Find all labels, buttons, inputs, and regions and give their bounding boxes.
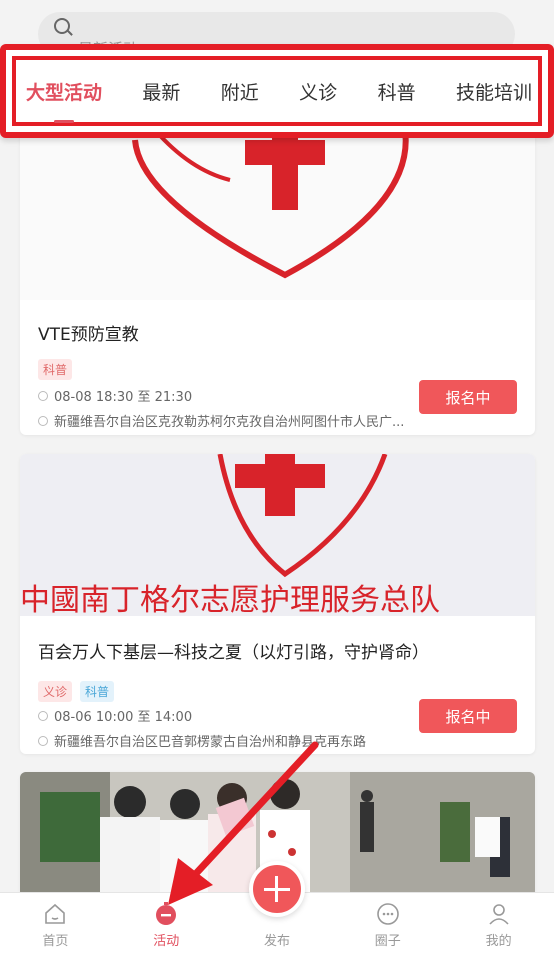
location-icon [38,735,48,746]
clock-icon [38,390,48,401]
activity-tag: 科普 [38,359,73,380]
nav-home[interactable]: 首页 [0,893,111,955]
nav-label: 圈子 [374,934,401,949]
signup-button[interactable]: 报名中 [419,380,517,414]
activity-time: 08-06 10:00 至 14:00 [54,710,193,725]
activity-location: 新疆维吾尔自治区克孜勒苏柯尔克孜自治州阿图什市人民广... [54,415,405,430]
activity-card[interactable]: VTE预防宣教 科普 08-08 18:30 至 21:30 新疆维吾尔自治区克… [20,110,535,435]
nav-mine[interactable]: 我的 [443,893,554,955]
nav-label: 活动 [153,934,180,949]
location-icon [38,415,48,426]
tab-science[interactable]: 科普 [378,78,416,105]
signup-button[interactable]: 报名中 [419,699,517,733]
nav-label: 发布 [263,934,290,949]
activity-image [20,110,535,300]
activity-title: 百会万人下基层—科技之夏（以灯引路，守护肾命） [38,643,429,663]
tab-skill-training[interactable]: 技能培训 [456,78,532,105]
activity-tag: 义诊 [38,681,73,702]
activity-card[interactable]: 中國南丁格尔志愿护理服务总队 百会万人下基层—科技之夏（以灯引路，守护肾命） 义… [20,454,535,754]
user-icon [488,904,509,925]
activity-title: VTE预防宣教 [38,325,139,345]
tab-bar-highlight: 大型活动 最新 附近 义诊 科普 技能培训 [0,44,554,138]
activity-location: 新疆维吾尔自治区巴音郭楞蒙古自治州和静县克再东路 [54,735,367,750]
chat-icon [376,903,399,925]
home-icon [45,903,66,924]
nav-circle[interactable]: 圈子 [332,893,443,955]
tab-latest[interactable]: 最新 [142,78,180,105]
tab-free-clinic[interactable]: 义诊 [299,78,337,105]
search-icon [54,18,70,34]
nav-publish[interactable]: 发布 [222,861,333,955]
nav-label: 首页 [42,934,69,949]
stopwatch-icon [156,902,177,925]
activity-tag: 科普 [80,681,115,702]
category-tabs: 大型活动 最新 附近 义诊 科普 技能培训 [12,56,542,126]
tab-nearby[interactable]: 附近 [221,78,259,105]
bottom-nav: 首页 活动 发布 圈子 我的 [0,861,554,955]
clock-icon [38,710,48,721]
nav-activity[interactable]: 活动 [111,893,222,955]
plus-icon[interactable] [248,861,305,917]
tab-large-events[interactable]: 大型活动 [26,78,102,123]
banner-text: 中國南丁格尔志愿护理服务总队 [20,583,440,616]
activity-image: 中國南丁格尔志愿护理服务总队 [20,454,535,616]
activity-time: 08-08 18:30 至 21:30 [54,390,193,405]
nav-label: 我的 [485,934,512,949]
